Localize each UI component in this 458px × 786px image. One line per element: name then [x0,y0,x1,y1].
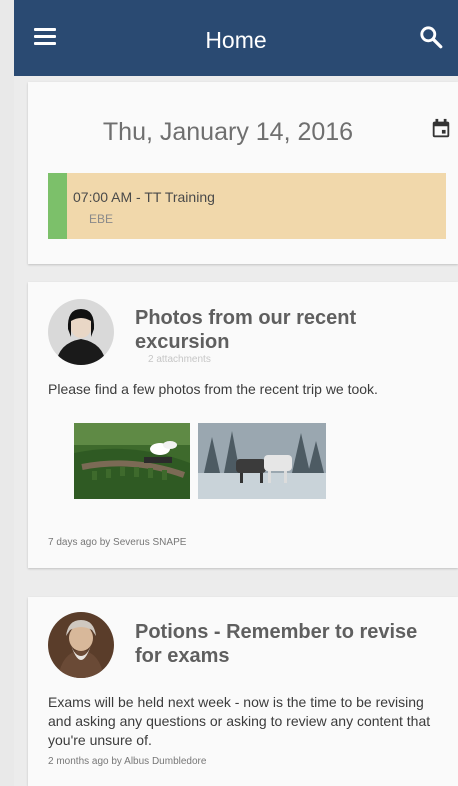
viaduct-train-photo[interactable] [74,423,190,499]
current-date: Thu, January 14, 2016 [102,118,354,146]
announcement-card[interactable]: Photos from our recent excursion 2 attac… [28,282,458,568]
date-card: Thu, January 14, 2016 07:00 AM - TT Trai… [28,82,458,264]
search-icon[interactable] [418,24,444,50]
app-frame: Home Thu, January 14, 2016 07:00 AM - TT… [14,0,458,786]
post-body: Please find a few photos from the recent… [48,381,378,397]
app-bar: Home [14,0,458,76]
event-location: EBE [89,212,114,226]
post-body: Exams will be held next week - now is th… [48,694,431,748]
calendar-icon[interactable] [430,118,452,140]
avatar [48,299,114,365]
post-title: Potions - Remember to revise for exams [135,621,418,667]
post-title: Photos from our recent excursion [135,307,357,353]
event-time-title: 07:00 AM - TT Training [73,189,215,205]
page-title: Home [205,27,267,53]
event-accent-stripe [48,173,67,239]
post-meta: 2 months ago by Albus Dumbledore [48,756,207,767]
event-item[interactable]: 07:00 AM - TT Training EBE [48,173,446,239]
attachments-count: 2 attachments [148,354,211,365]
post-meta: 7 days ago by Severus SNAPE [48,537,187,548]
announcement-card[interactable]: Potions - Remember to revise for exams E… [28,597,458,786]
snow-horses-photo[interactable] [198,423,326,499]
avatar [48,612,114,678]
